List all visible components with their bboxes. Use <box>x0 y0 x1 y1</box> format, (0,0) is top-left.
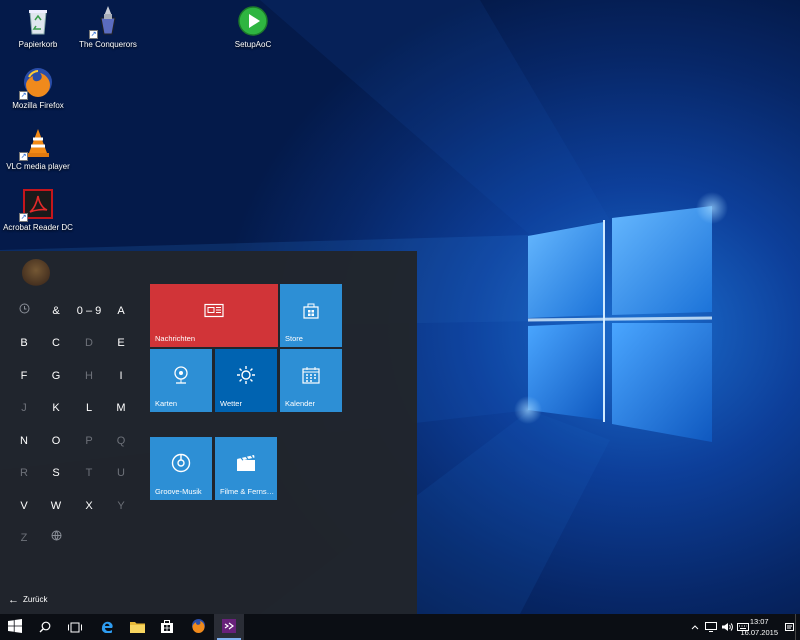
store-icon <box>160 618 174 637</box>
task-view-icon <box>68 618 82 637</box>
avatar[interactable] <box>22 259 50 287</box>
desktop-icon-setupaoc[interactable]: SetupAoC <box>215 4 291 49</box>
jump-letter: Z <box>20 532 28 544</box>
desktop-icon-firefox[interactable]: ↗ Mozilla Firefox <box>0 65 76 110</box>
desktop-icon-label: Acrobat Reader DC <box>3 223 73 232</box>
tile-groove-musik[interactable]: Groove-Musik <box>150 437 212 500</box>
jump-letter[interactable]: N <box>8 425 40 457</box>
jump-letter: H <box>85 370 93 382</box>
jump-letter[interactable]: I <box>105 360 137 392</box>
tile-label: Kalender <box>285 399 316 408</box>
globe-icon[interactable] <box>40 522 72 554</box>
jump-letter[interactable]: C <box>40 327 72 359</box>
jump-letter[interactable]: A <box>105 295 137 327</box>
jump-letter[interactable]: S <box>40 457 72 489</box>
search-button[interactable] <box>30 614 60 640</box>
network-icon[interactable] <box>704 614 718 640</box>
jump-letter[interactable]: V <box>8 490 40 522</box>
clock-date: 16.07.2015 <box>740 628 778 637</box>
acrobat-icon: ↗ <box>19 187 55 222</box>
back-label: Zurück <box>23 595 48 604</box>
volume-icon[interactable] <box>720 614 734 640</box>
back-button[interactable]: ← Zurück <box>8 594 47 606</box>
desktop-icon-vlc[interactable]: ↗ VLC media player <box>0 126 76 171</box>
recent-clock-icon[interactable] <box>8 295 40 327</box>
jump-letter: Y <box>117 500 125 512</box>
desktop-icon-the-conquerors[interactable]: ↗ The Conquerors <box>70 4 146 49</box>
start-button[interactable] <box>0 614 30 640</box>
jump-letter: P <box>85 435 93 447</box>
jump-letter: Q <box>116 435 126 447</box>
desktop-icon-label: Mozilla Firefox <box>12 101 64 110</box>
search-icon <box>39 618 51 637</box>
action-center-icon[interactable] <box>783 614 795 640</box>
tile-label: Groove-Musik <box>155 487 202 496</box>
taskbar-file-explorer[interactable] <box>122 614 152 640</box>
calendar-icon <box>302 366 320 388</box>
taskbar-edge[interactable] <box>92 614 122 640</box>
back-arrow-icon: ← <box>8 594 19 606</box>
clock-time: 13:07 <box>749 617 769 626</box>
edge-icon <box>100 618 114 637</box>
recycle-bin-icon <box>21 4 55 38</box>
jump-letter[interactable]: O <box>40 425 72 457</box>
taskbar-visual-studio[interactable] <box>214 614 244 640</box>
tile-filme-fernsehen[interactable]: Filme & Ferns… <box>215 437 277 500</box>
jump-letter[interactable]: G <box>40 360 72 392</box>
tile-karten[interactable]: Karten <box>150 349 212 412</box>
news-icon <box>204 302 224 321</box>
movies-tv-icon <box>236 454 256 476</box>
jump-letter[interactable]: M <box>105 392 137 424</box>
clock[interactable]: 13:07 16.07.2015 <box>740 616 778 638</box>
jump-letter: D <box>85 337 93 349</box>
jump-letter[interactable]: K <box>40 392 72 424</box>
taskbar-store[interactable] <box>152 614 182 640</box>
maps-icon <box>172 365 190 389</box>
desktop-icon-label: The Conquerors <box>79 40 137 49</box>
taskbar: 13:07 16.07.2015 <box>0 614 800 640</box>
firefox-icon <box>191 618 206 637</box>
firefox-icon: ↗ <box>19 65 55 100</box>
start-windows-icon <box>8 618 22 637</box>
file-explorer-icon <box>129 618 145 637</box>
jump-letter[interactable]: E <box>105 327 137 359</box>
jump-letter: U <box>117 467 125 479</box>
tile-label: Karten <box>155 399 178 408</box>
tile-wetter[interactable]: Wetter <box>215 349 277 412</box>
groove-music-icon <box>171 453 191 477</box>
jump-letter: J <box>21 402 27 414</box>
setup-play-icon <box>236 4 270 38</box>
jump-letter: T <box>85 467 93 479</box>
desktop-icon-acrobat[interactable]: ↗ Acrobat Reader DC <box>0 187 76 232</box>
tile-label: Filme & Ferns… <box>220 487 275 496</box>
taskbar-firefox[interactable] <box>183 614 213 640</box>
task-view-button[interactable] <box>60 614 90 640</box>
tile-label: Store <box>285 334 303 343</box>
show-desktop-button[interactable] <box>795 614 800 640</box>
tile-kalender[interactable]: Kalender <box>280 349 342 412</box>
jump-letter[interactable]: L <box>73 392 105 424</box>
desktop-icon-label: VLC media player <box>6 162 70 171</box>
store-bag-icon <box>302 301 320 323</box>
tile-label: Wetter <box>220 399 242 408</box>
tile-store[interactable]: Store <box>280 284 342 347</box>
jump-letter: R <box>20 467 28 479</box>
tile-label: Nachrichten <box>155 334 196 343</box>
vlc-icon: ↗ <box>19 126 55 161</box>
tray-overflow-chevron-icon[interactable] <box>688 614 702 640</box>
jump-letter[interactable]: B <box>8 327 40 359</box>
jump-letter[interactable]: W <box>40 490 72 522</box>
desktop-icon-recycle-bin[interactable]: Papierkorb <box>0 4 76 49</box>
tile-nachrichten[interactable]: Nachrichten <box>150 284 278 347</box>
jump-letter[interactable]: F <box>8 360 40 392</box>
start-menu: & 0 – 9 A B C D E F G H I J K L M N O P … <box>0 251 417 614</box>
desktop-icon-label: Papierkorb <box>18 40 58 49</box>
jump-letter[interactable]: X <box>73 490 105 522</box>
weather-sun-icon <box>236 365 256 389</box>
desktop-icon-label: SetupAoC <box>234 40 272 49</box>
visual-studio-icon <box>222 618 236 637</box>
age-of-empires-icon: ↗ <box>89 4 125 39</box>
